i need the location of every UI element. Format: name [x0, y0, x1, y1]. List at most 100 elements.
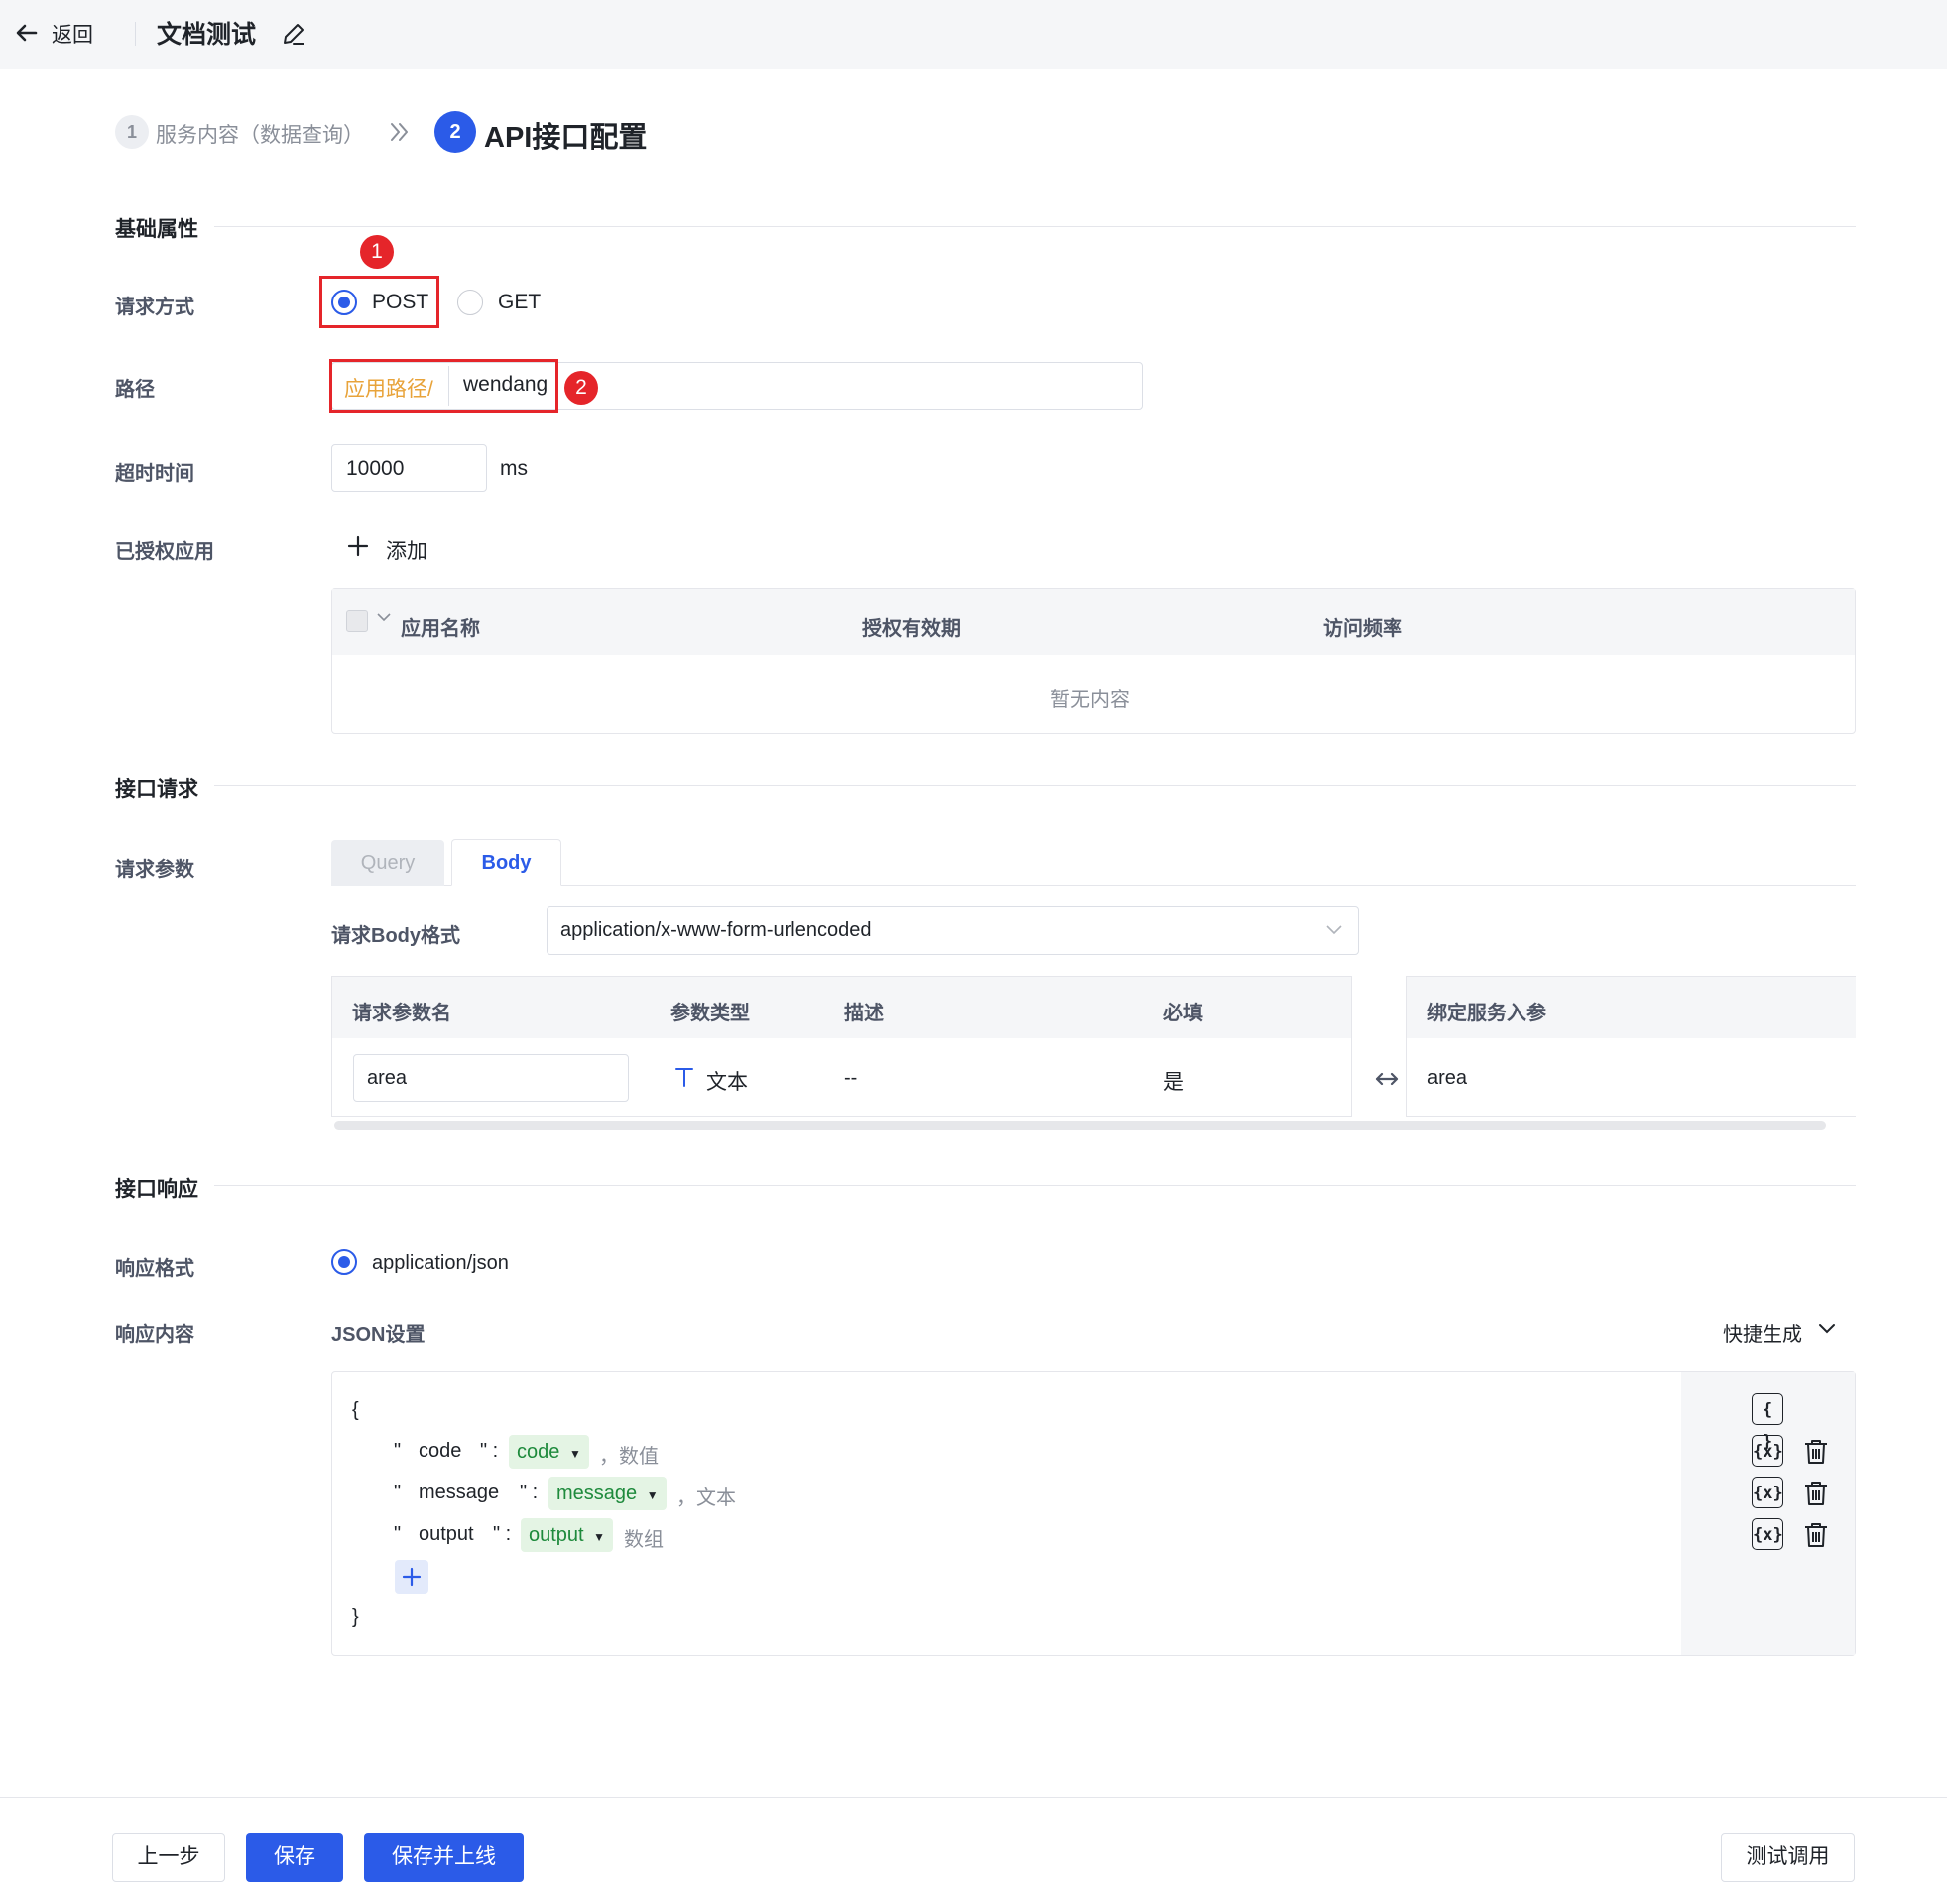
json-sep-message: ，: [676, 1488, 696, 1509]
back-button[interactable]: 返回: [52, 19, 93, 49]
radio-json-label[interactable]: application/json: [372, 1252, 509, 1275]
caret-down-icon: ▼: [593, 1530, 606, 1544]
quick-generate-button[interactable]: 快捷生成: [1723, 1318, 1802, 1347]
add-field-button[interactable]: [395, 1560, 428, 1594]
save-button[interactable]: 保存: [246, 1833, 343, 1882]
bind-col-title: 绑定服务入参: [1427, 1003, 1546, 1024]
arrow-left-icon[interactable]: [12, 18, 42, 48]
annotation-box-2: [329, 359, 558, 413]
trash-icon[interactable]: [1803, 1480, 1829, 1507]
save-and-publish-button[interactable]: 保存并上线: [364, 1833, 524, 1882]
param-required-value: 是: [1163, 1071, 1184, 1094]
response-content-label: 响应内容: [115, 1324, 194, 1346]
json-value-output-tag[interactable]: output ▼: [521, 1518, 614, 1552]
json-type-message: ，文本: [676, 1482, 736, 1510]
json-type-output-text: 数组: [624, 1529, 664, 1551]
page-title: 文档测试: [157, 21, 257, 49]
footer-divider: [0, 1797, 1947, 1798]
annotation-badge-2: 2: [564, 371, 598, 405]
json-type-output: 数组: [624, 1523, 664, 1552]
path-label: 路径: [115, 379, 155, 401]
chevron-down-icon[interactable]: [376, 609, 392, 625]
params-col-desc: 描述: [844, 1003, 884, 1024]
timeout-unit: ms: [500, 457, 528, 480]
timeout-label: 超时时间: [115, 463, 194, 485]
params-col-type: 参数类型: [670, 1003, 750, 1024]
section-request-title: 接口请求: [115, 778, 198, 801]
params-col-name: 请求参数名: [352, 1003, 451, 1024]
trash-icon[interactable]: [1803, 1438, 1829, 1466]
step-2-label[interactable]: API接口配置: [484, 114, 647, 156]
double-chevron-right-icon: [391, 123, 408, 141]
json-open-brace: {: [352, 1399, 359, 1421]
json-sep-code: ，: [599, 1446, 619, 1468]
bidirectional-arrow-icon: [1375, 1072, 1399, 1086]
edit-icon[interactable]: [280, 20, 307, 48]
section-response-title: 接口响应: [115, 1178, 198, 1201]
radio-get-label[interactable]: GET: [498, 291, 541, 314]
object-braces-icon[interactable]: { }: [1752, 1393, 1783, 1452]
param-name-value[interactable]: area: [367, 1067, 407, 1090]
variable-icon[interactable]: {x}: [1752, 1435, 1783, 1467]
auth-table-header: [332, 589, 1855, 655]
auth-col-frequency: 访问频率: [1323, 618, 1402, 640]
auth-apps-label: 已授权应用: [115, 541, 214, 563]
caret-down-icon: ▼: [568, 1447, 581, 1461]
test-call-button[interactable]: 测试调用: [1721, 1833, 1855, 1882]
tab-query[interactable]: Query: [331, 840, 444, 886]
plus-icon[interactable]: [346, 535, 370, 558]
text-type-icon: [675, 1068, 693, 1087]
section-divider: [214, 1185, 1856, 1186]
section-divider: [214, 226, 1856, 227]
step-1-number[interactable]: 1: [115, 115, 149, 149]
divider: [135, 22, 136, 46]
param-desc-value: --: [844, 1067, 858, 1089]
empty-text: 暂无内容: [1050, 689, 1130, 711]
step-2-number[interactable]: 2: [434, 111, 476, 153]
params-col-required: 必填: [1163, 1003, 1203, 1024]
horizontal-scrollbar[interactable]: [334, 1121, 1826, 1130]
add-app-button[interactable]: 添加: [386, 536, 427, 565]
response-format-label: 响应格式: [115, 1258, 194, 1280]
params-label: 请求参数: [115, 859, 194, 881]
radio-post-label[interactable]: POST: [372, 291, 428, 314]
body-format-label: 请求Body格式: [331, 925, 460, 947]
auth-col-validity: 授权有效期: [862, 618, 961, 640]
json-value-message-tag[interactable]: message ▼: [548, 1477, 667, 1510]
section-divider: [214, 785, 1856, 786]
radio-json[interactable]: [331, 1250, 357, 1275]
radio-post[interactable]: [331, 290, 357, 315]
param-type-value: 文本: [706, 1071, 748, 1094]
json-value-code: code: [517, 1441, 560, 1463]
variable-icon[interactable]: {x}: [1752, 1518, 1783, 1550]
select-all-checkbox[interactable]: [346, 610, 368, 632]
auth-col-app-name: 应用名称: [401, 618, 480, 640]
json-key-code[interactable]: code: [419, 1440, 461, 1463]
json-value-output: output: [529, 1524, 584, 1546]
json-value-message: message: [556, 1483, 638, 1504]
annotation-badge-1: 1: [360, 235, 394, 269]
caret-down-icon: ▼: [646, 1488, 659, 1502]
trash-icon[interactable]: [1803, 1521, 1829, 1549]
method-label: 请求方式: [115, 297, 194, 318]
radio-get[interactable]: [457, 290, 483, 315]
plus-icon: [402, 1567, 422, 1587]
prev-step-button[interactable]: 上一步: [112, 1833, 225, 1882]
section-basic-title: 基础属性: [115, 218, 198, 241]
timeout-value[interactable]: 10000: [346, 457, 404, 481]
body-format-value[interactable]: application/x-www-form-urlencoded: [560, 919, 871, 942]
json-type-code: ，数值: [599, 1440, 659, 1469]
json-value-code-tag[interactable]: code ▼: [509, 1435, 589, 1469]
chevron-down-icon[interactable]: [1817, 1320, 1837, 1338]
json-editor: [331, 1371, 1856, 1656]
tab-body[interactable]: Body: [451, 839, 561, 886]
step-1-label[interactable]: 服务内容（数据查询）: [156, 119, 364, 149]
bind-value: area: [1427, 1067, 1468, 1089]
chevron-down-icon[interactable]: [1324, 922, 1344, 938]
json-type-message-text: 文本: [696, 1488, 736, 1509]
json-close-brace: }: [352, 1606, 359, 1628]
json-key-output[interactable]: output: [419, 1523, 474, 1546]
json-key-message[interactable]: message: [419, 1482, 499, 1504]
variable-icon[interactable]: {x}: [1752, 1477, 1783, 1508]
json-settings-label: JSON设置: [331, 1324, 426, 1346]
